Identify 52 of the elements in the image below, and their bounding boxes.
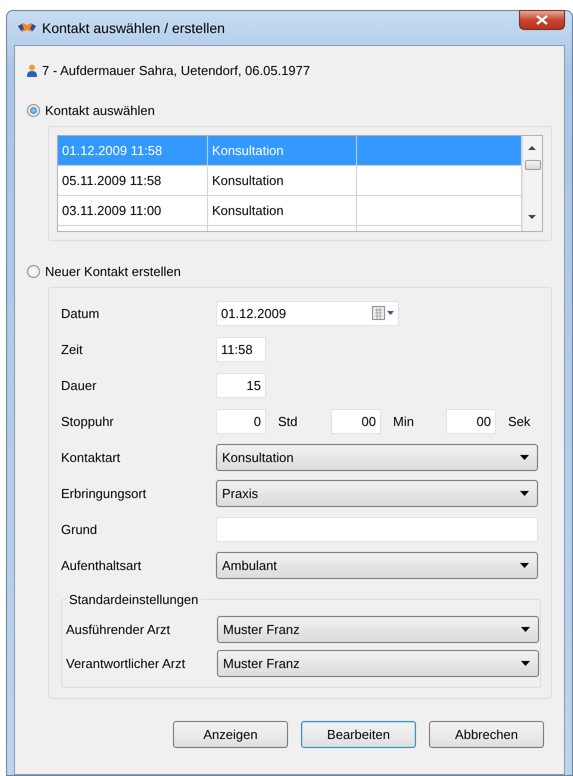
dropdown-arrow-icon [520, 491, 529, 496]
field-label: Kontaktart [61, 450, 122, 465]
unit-label: Min [392, 414, 415, 428]
close-icon [536, 15, 548, 25]
field-label: Zeit [61, 342, 84, 356]
dropdown-arrow-icon [521, 626, 530, 632]
dropdown-arrow-icon [521, 660, 530, 666]
scrollbar[interactable] [522, 136, 542, 231]
patient-info: 7 - Aufdermauer Sahra, Uetendorf, 06.05.1977 [42, 62, 310, 78]
input-field[interactable]: 15 [216, 372, 266, 398]
dialog-button[interactable]: Anzeigen [173, 721, 288, 748]
list-row[interactable]: 03.11.2009 11:00 Konsultation [58, 196, 522, 226]
dialog-button[interactable]: Bearbeiten [301, 721, 416, 748]
handshake-icon [18, 22, 36, 34]
table-cell: Konsultation [208, 166, 357, 195]
table-cell: 05.11.2009 11:58 [58, 166, 208, 195]
field-label: Datum [61, 306, 100, 320]
input-field[interactable]: 00 [446, 408, 496, 434]
calendar-icon[interactable] [372, 306, 394, 320]
dropdown[interactable]: Konsultation [216, 444, 538, 471]
input-field[interactable]: 11:58 [216, 336, 266, 362]
person-icon [27, 64, 37, 76]
field-label: Aufenthaltsart [61, 558, 142, 573]
field-label: Dauer [61, 378, 98, 392]
radio-option[interactable]: Kontakt auswählen [27, 100, 564, 120]
unit-label: Std [277, 414, 299, 428]
list-row[interactable]: 05.11.2009 11:58 Konsultation [58, 166, 522, 196]
field-label: Stoppuhr [61, 414, 115, 428]
field-label: Grund [61, 522, 98, 536]
dropdown[interactable]: Muster Franz [217, 650, 539, 676]
table-cell: Konsultation [208, 136, 357, 165]
dropdown[interactable]: Praxis [216, 480, 538, 507]
date-field[interactable]: 01.12.2009 [216, 300, 399, 326]
input-field[interactable] [216, 516, 538, 542]
dropdown[interactable]: Ambulant [216, 552, 538, 579]
input-field[interactable]: 00 [331, 408, 381, 434]
field-label: Ausführender Arzt [66, 622, 172, 636]
field-label: Erbringungsort [61, 486, 148, 501]
radio-option[interactable]: Neuer Kontakt erstellen [27, 261, 564, 281]
input-field[interactable]: 0 [216, 408, 266, 434]
table-cell: Konsultation [208, 196, 357, 225]
dropdown-arrow-icon [520, 563, 529, 568]
field-label: Verantwortlicher Arzt [66, 656, 186, 670]
dropdown-arrow-icon [520, 455, 529, 460]
table-cell: 01.12.2009 11:58 [58, 136, 208, 165]
window-title: Kontakt auswählen / erstellen [42, 20, 225, 36]
dialog-button[interactable]: Abbrechen [429, 721, 544, 748]
dropdown[interactable]: Muster Franz [217, 616, 539, 642]
group-title: Standardeinstellungen [68, 592, 200, 607]
table-cell: 03.11.2009 11:00 [58, 196, 208, 225]
close-button[interactable] [519, 10, 565, 30]
unit-label: Sek [507, 414, 532, 428]
